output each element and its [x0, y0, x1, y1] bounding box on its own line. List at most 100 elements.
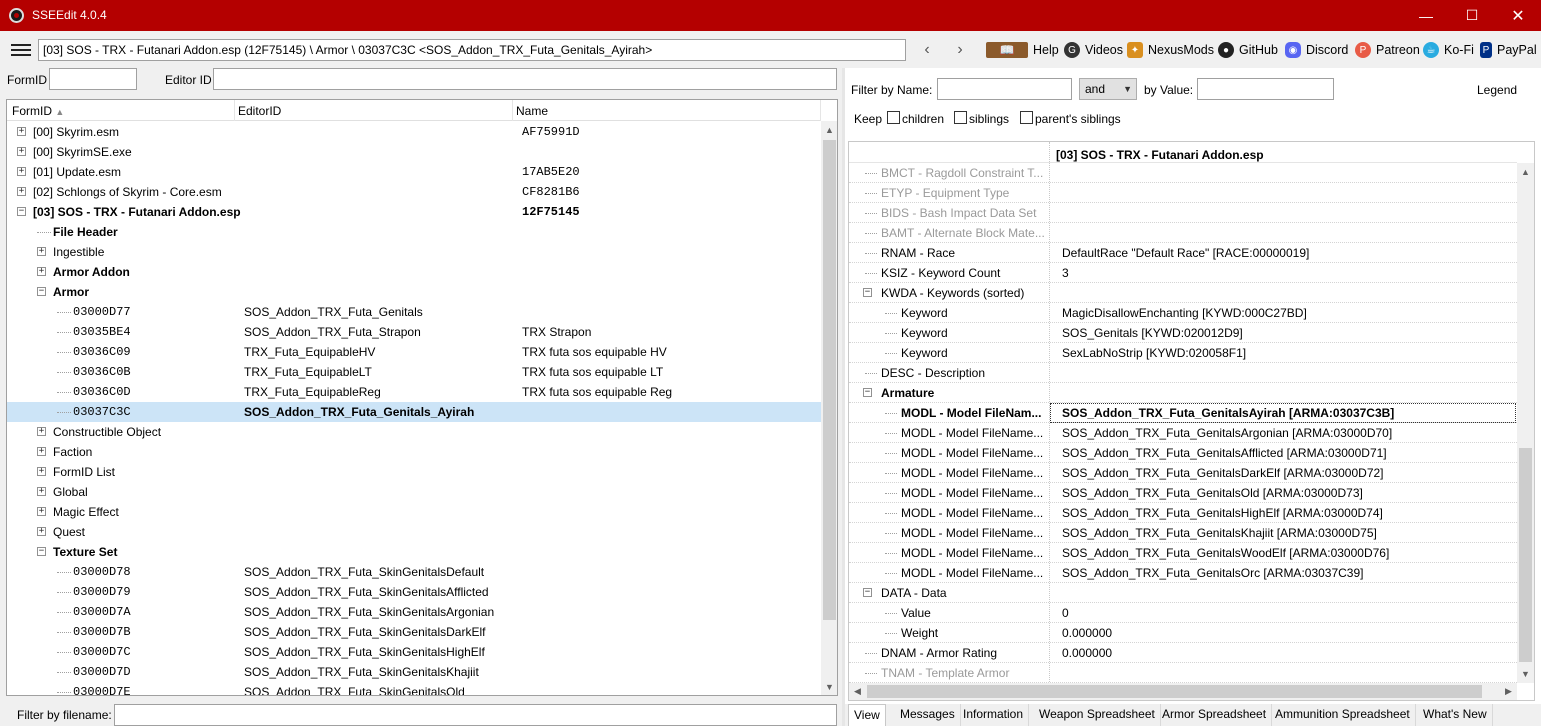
tree-row[interactable]: − Armor — [7, 282, 821, 302]
column-name[interactable]: Name — [516, 104, 548, 118]
record-field-row[interactable]: Weight 0.000000 — [849, 623, 1517, 643]
expand-icon[interactable]: + — [37, 427, 46, 436]
scroll-right-arrow-icon[interactable]: ▶ — [1500, 683, 1517, 700]
record-field-row[interactable]: − DATA - Data — [849, 583, 1517, 603]
tree-row[interactable]: + FormID List — [7, 462, 821, 482]
record-horizontal-scrollbar[interactable]: ◀ ▶ — [849, 683, 1517, 700]
expand-icon[interactable]: + — [17, 127, 26, 136]
maximize-button[interactable]: ☐ — [1449, 0, 1495, 31]
tree-row[interactable]: + Magic Effect — [7, 502, 821, 522]
record-field-row[interactable]: ETYP - Equipment Type — [849, 183, 1517, 203]
scroll-left-arrow-icon[interactable]: ◀ — [849, 683, 866, 700]
collapse-icon[interactable]: − — [37, 287, 46, 296]
github-link[interactable]: ● GitHub — [1218, 40, 1278, 60]
tab-view[interactable]: View — [848, 704, 886, 726]
record-field-row[interactable]: MODL - Model FileName... SOS_Addon_TRX_Fu… — [849, 503, 1517, 523]
collapse-icon[interactable]: − — [863, 388, 872, 397]
record-field-row[interactable]: DESC - Description — [849, 363, 1517, 383]
scroll-thumb[interactable] — [867, 685, 1482, 698]
expand-icon[interactable]: + — [37, 267, 46, 276]
tree-row[interactable]: 03000D79 SOS_Addon_TRX_Futa_SkinGenitalsA… — [7, 582, 821, 602]
record-field-row[interactable]: MODL - Model FileName... SOS_Addon_TRX_Fu… — [849, 543, 1517, 563]
close-button[interactable]: ✕ — [1495, 0, 1541, 31]
scroll-up-arrow-icon[interactable]: ▲ — [1517, 163, 1534, 180]
expand-icon[interactable]: + — [37, 507, 46, 516]
tree-vertical-scrollbar[interactable]: ▲ ▼ — [821, 121, 837, 695]
keep-children-checkbox[interactable] — [887, 111, 900, 124]
legend-button[interactable]: Legend — [1477, 83, 1517, 97]
filter-by-value-input[interactable] — [1197, 78, 1334, 100]
tab-armor-spreadsheet[interactable]: Armor Spreadsheet — [1157, 704, 1273, 726]
tree-row[interactable]: File Header — [7, 222, 821, 242]
tree-row[interactable]: 03000D78 SOS_Addon_TRX_Futa_SkinGenitalsD… — [7, 562, 821, 582]
collapse-icon[interactable]: − — [17, 207, 26, 216]
record-field-row[interactable]: Value 0 — [849, 603, 1517, 623]
record-field-row[interactable]: Keyword MagicDisallowEnchanting [KYWD:000… — [849, 303, 1517, 323]
tree-row[interactable]: + Faction — [7, 442, 821, 462]
expand-icon[interactable]: + — [37, 467, 46, 476]
tree-row[interactable]: + Global — [7, 482, 821, 502]
record-field-row[interactable]: RNAM - Race DefaultRace "Default Race" [R… — [849, 243, 1517, 263]
tree-row[interactable]: 03036C0D TRX_Futa_EquipableReg TRX futa so… — [7, 382, 821, 402]
help-link[interactable]: 📖 Help — [986, 40, 1059, 60]
editorid-input[interactable] — [213, 68, 837, 90]
record-field-row[interactable]: MODL - Model FileName... SOS_Addon_TRX_Fu… — [849, 423, 1517, 443]
tab-information[interactable]: Information — [958, 704, 1030, 726]
tree-row[interactable]: 03000D7C SOS_Addon_TRX_Futa_SkinGenitalsH… — [7, 642, 821, 662]
record-field-row[interactable]: MODL - Model FileName... SOS_Addon_TRX_Fu… — [849, 463, 1517, 483]
expand-icon[interactable]: + — [37, 527, 46, 536]
discord-link[interactable]: ◉ Discord — [1285, 40, 1348, 60]
expand-icon[interactable]: + — [17, 187, 26, 196]
patreon-link[interactable]: P Patreon — [1355, 40, 1420, 60]
record-field-row[interactable]: MODL - Model FileName... SOS_Addon_TRX_Fu… — [849, 563, 1517, 583]
tab-ammunition-spreadsheet[interactable]: Ammunition Spreadsheet — [1270, 704, 1416, 726]
record-field-row[interactable]: BMCT - Ragdoll Constraint T... — [849, 163, 1517, 183]
record-field-row[interactable]: TNAM - Template Armor — [849, 663, 1517, 683]
scroll-down-arrow-icon[interactable]: ▼ — [1517, 665, 1534, 682]
videos-link[interactable]: G Videos — [1064, 40, 1123, 60]
tab-messages[interactable]: Messages — [895, 704, 961, 726]
tree-row[interactable]: + Constructible Object — [7, 422, 821, 442]
record-field-row[interactable]: BAMT - Alternate Block Mate... — [849, 223, 1517, 243]
filter-by-filename-input[interactable] — [114, 704, 837, 726]
expand-icon[interactable]: + — [37, 247, 46, 256]
record-vertical-scrollbar[interactable]: ▲ ▼ — [1517, 163, 1534, 683]
tree-row[interactable]: + Quest — [7, 522, 821, 542]
minimize-button[interactable]: — — [1403, 0, 1449, 31]
filter-operator-select[interactable]: and ▼ — [1079, 78, 1137, 100]
paypal-link[interactable]: P PayPal — [1480, 40, 1537, 60]
record-field-row[interactable]: MODL - Model FileNam... SOS_Addon_TRX_Fut… — [849, 403, 1517, 423]
tree-row[interactable]: 03000D77 SOS_Addon_TRX_Futa_Genitals — [7, 302, 821, 322]
keep-parent-siblings-checkbox[interactable] — [1020, 111, 1033, 124]
collapse-icon[interactable]: − — [37, 547, 46, 556]
record-view[interactable]: [03] SOS - TRX - Futanari Addon.esp BMCT… — [848, 141, 1535, 701]
filter-by-name-input[interactable] — [937, 78, 1072, 100]
record-field-row[interactable]: MODL - Model FileName... SOS_Addon_TRX_Fu… — [849, 443, 1517, 463]
record-field-row[interactable]: Keyword SexLabNoStrip [KYWD:020058F1] — [849, 343, 1517, 363]
tree-row[interactable]: + [01] Update.esm 17AB5E20 — [7, 162, 821, 182]
tab-what-s-new[interactable]: What's New — [1418, 704, 1493, 726]
expand-icon[interactable]: + — [37, 487, 46, 496]
column-editorid[interactable]: EditorID — [238, 104, 281, 118]
tree-row[interactable]: 03036C09 TRX_Futa_EquipableHV TRX futa sos… — [7, 342, 821, 362]
record-field-row[interactable]: BIDS - Bash Impact Data Set — [849, 203, 1517, 223]
tree-row[interactable]: + [02] Schlongs of Skyrim - Core.esm CF828… — [7, 182, 821, 202]
tree-row[interactable]: + Ingestible — [7, 242, 821, 262]
tree-row[interactable]: 03000D7D SOS_Addon_TRX_Futa_SkinGenitalsK… — [7, 662, 821, 682]
tree-row[interactable]: 03000D7B SOS_Addon_TRX_Futa_SkinGenitalsD… — [7, 622, 821, 642]
record-path-field[interactable]: [03] SOS - TRX - Futanari Addon.esp (12F… — [38, 39, 906, 61]
record-field-row[interactable]: MODL - Model FileName... SOS_Addon_TRX_Fu… — [849, 523, 1517, 543]
column-formid[interactable]: FormID ▲ — [12, 104, 64, 118]
tree-row[interactable]: − [03] SOS - TRX - Futanari Addon.esp 12F7… — [7, 202, 821, 222]
expand-icon[interactable]: + — [17, 147, 26, 156]
record-field-row[interactable]: KSIZ - Keyword Count 3 — [849, 263, 1517, 283]
tree-row[interactable]: + [00] Skyrim.esm AF75991D — [7, 122, 821, 142]
record-field-row[interactable]: DNAM - Armor Rating 0.000000 — [849, 643, 1517, 663]
nexusmods-link[interactable]: ✦ NexusMods — [1127, 40, 1214, 60]
tree-row[interactable]: + Armor Addon — [7, 262, 821, 282]
scroll-thumb[interactable] — [1519, 448, 1532, 662]
kofi-link[interactable]: ☕ Ko-Fi — [1423, 40, 1474, 60]
record-tree[interactable]: FormID ▲ EditorID Name + [00] Skyrim.esm A… — [6, 99, 838, 696]
collapse-icon[interactable]: − — [863, 588, 872, 597]
tree-row[interactable]: + [00] SkyrimSE.exe — [7, 142, 821, 162]
